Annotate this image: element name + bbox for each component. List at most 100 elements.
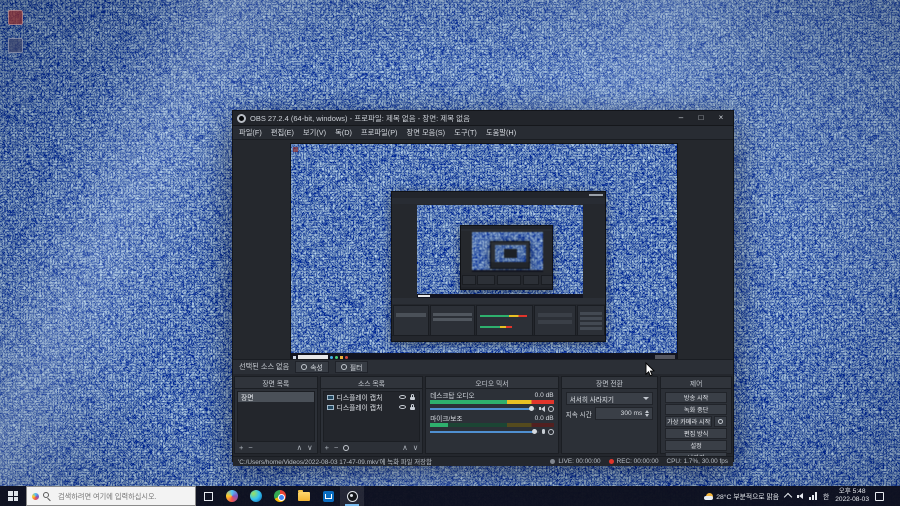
- system-tray: 28°C 부분적으로 맑음 한 오후 5:48 2022-08-03: [702, 486, 900, 506]
- menu-view[interactable]: 보기(V): [303, 128, 326, 138]
- transitions-dock-title: 장면 전환: [561, 377, 658, 389]
- virtual-camera-button[interactable]: 가상 카메라 시작: [665, 416, 712, 427]
- obs-taskbar-button[interactable]: [340, 486, 364, 506]
- weather-icon: [704, 492, 714, 500]
- menu-file[interactable]: 파일(F): [239, 128, 262, 138]
- visibility-eye-icon[interactable]: [399, 395, 407, 399]
- preview-recursion-level-2: [417, 205, 583, 298]
- transition-dropdown[interactable]: 서서히 사라지기: [565, 392, 654, 405]
- desktop-icon[interactable]: [8, 38, 23, 53]
- menu-docks[interactable]: 독(D): [335, 128, 352, 138]
- desktop-icon[interactable]: [8, 10, 23, 25]
- volume-slider[interactable]: [430, 405, 554, 412]
- scenes-dock: 장면 목록 장면 + − ∧ ∨: [234, 376, 318, 454]
- channel-gear-icon[interactable]: [547, 428, 554, 435]
- chat-button[interactable]: [220, 486, 244, 506]
- obs-icon: [346, 490, 358, 502]
- obs-window: OBS 27.2.4 (64-bit, windows) - 프로파일: 제목 …: [232, 110, 734, 466]
- weather-text: 28°C 부분적으로 맑음: [716, 494, 779, 501]
- obs-preview-canvas[interactable]: [290, 143, 678, 359]
- weather-widget[interactable]: 28°C 부분적으로 맑음: [704, 491, 779, 501]
- sources-dock-title: 소스 목록: [320, 377, 423, 389]
- channel-name: 데스크탑 오디오: [430, 393, 475, 400]
- network-icon[interactable]: [809, 492, 817, 500]
- source-up-button[interactable]: ∧: [402, 443, 408, 452]
- source-list-item[interactable]: 디스플레이 캡처: [324, 402, 420, 412]
- audio-mixer-dock: 오디오 믹서 데스크탑 오디오 0.0 dB 마이크/보조 0.0 dB: [425, 376, 559, 454]
- channel-gear-icon[interactable]: [547, 405, 554, 412]
- maximize-button[interactable]: □: [693, 113, 709, 124]
- spinner-arrows-icon[interactable]: [645, 410, 650, 417]
- start-streaming-button[interactable]: 방송 시작: [665, 392, 727, 403]
- preview-recursion-level-1: [291, 144, 677, 359]
- source-context-toolbar: 선택된 소스 없음 속성 필터: [233, 359, 733, 374]
- volume-slider[interactable]: [430, 428, 554, 435]
- chat-icon: [226, 490, 238, 502]
- taskbar-search-box[interactable]: [26, 486, 196, 506]
- scene-down-button[interactable]: ∨: [307, 443, 313, 452]
- virtual-camera-config-button[interactable]: [714, 416, 727, 427]
- ime-indicator[interactable]: 한: [823, 491, 829, 501]
- no-source-selected-label: 선택된 소스 없음: [239, 362, 290, 371]
- window-title: OBS 27.2.4 (64-bit, windows) - 프로파일: 제목 …: [250, 113, 470, 123]
- edge-button[interactable]: [244, 486, 268, 506]
- search-input[interactable]: [56, 490, 190, 502]
- source-properties-gear-icon[interactable]: [343, 444, 350, 451]
- settings-button[interactable]: 설정: [665, 440, 727, 451]
- duration-spinbox[interactable]: 300 ms: [594, 407, 654, 420]
- folder-icon: [298, 489, 310, 501]
- scene-up-button[interactable]: ∧: [297, 443, 303, 452]
- windows-logo-icon: [8, 491, 18, 501]
- lock-icon[interactable]: [409, 404, 416, 410]
- source-list-item[interactable]: 디스플레이 캡처: [324, 392, 420, 402]
- display-capture-icon: [326, 404, 334, 410]
- hidden-icons-chevron[interactable]: [783, 492, 793, 502]
- mouse-cursor: [645, 362, 656, 377]
- controls-dock: 제어 방송 시작 녹화 중단 가상 카메라 시작 편집 방식 설정 나가기: [660, 376, 732, 463]
- gear-icon: [718, 419, 723, 424]
- menu-scene-collection[interactable]: 장면 모음(S): [407, 128, 446, 138]
- stop-recording-button[interactable]: 녹화 중단: [665, 404, 727, 415]
- windows-taskbar: 28°C 부분적으로 맑음 한 오후 5:48 2022-08-03: [0, 486, 900, 506]
- scene-list-item[interactable]: 장면: [238, 392, 314, 402]
- lock-icon[interactable]: [409, 394, 416, 400]
- mixer-channel-mic-aux: 마이크/보조 0.0 dB: [430, 414, 554, 435]
- properties-button[interactable]: 속성: [295, 361, 329, 373]
- minimize-button[interactable]: –: [673, 113, 689, 124]
- remove-source-button[interactable]: −: [334, 443, 338, 452]
- source-down-button[interactable]: ∨: [413, 443, 419, 452]
- close-button[interactable]: ×: [713, 113, 729, 124]
- add-source-button[interactable]: +: [325, 443, 329, 452]
- chrome-icon: [274, 490, 286, 502]
- microphone-icon[interactable]: [541, 429, 545, 434]
- mixer-channel-desktop-audio: 데스크탑 오디오 0.0 dB: [430, 391, 554, 412]
- add-scene-button[interactable]: +: [239, 443, 243, 452]
- file-explorer-button[interactable]: [292, 486, 316, 506]
- filters-button[interactable]: 필터: [334, 361, 369, 373]
- controls-dock-title: 제어: [661, 377, 731, 389]
- scenes-toolbar: + − ∧ ∨: [235, 442, 317, 453]
- obs-docks: 장면 목록 장면 + − ∧ ∨ 소스 목록 디스플레이 캡처 디스플레이 캡처…: [233, 374, 733, 463]
- obs-menubar: 파일(F) 편집(E) 보기(V) 독(D) 프로파일(P) 장면 모음(S) …: [233, 126, 733, 140]
- action-center-icon[interactable]: [875, 491, 884, 501]
- search-icon: [43, 491, 52, 501]
- store-button[interactable]: [316, 486, 340, 506]
- menu-help[interactable]: 도움말(H): [486, 128, 516, 138]
- obs-titlebar[interactable]: OBS 27.2.4 (64-bit, windows) - 프로파일: 제목 …: [233, 111, 733, 126]
- slider-handle[interactable]: [531, 428, 537, 434]
- task-view-button[interactable]: [196, 486, 220, 506]
- recording-saved-message: 'C:/Users/home/Videos/2022-08-03 17-47-0…: [238, 459, 432, 466]
- menu-tools[interactable]: 도구(T): [454, 128, 477, 138]
- speaker-icon[interactable]: [538, 405, 545, 412]
- menu-profile[interactable]: 프로파일(P): [361, 128, 398, 138]
- remove-scene-button[interactable]: −: [248, 443, 252, 452]
- visibility-eye-icon[interactable]: [399, 405, 407, 409]
- chrome-button[interactable]: [268, 486, 292, 506]
- menu-edit[interactable]: 편집(E): [271, 128, 294, 138]
- volume-tray-icon[interactable]: [797, 493, 803, 499]
- studio-mode-button[interactable]: 편집 방식: [665, 428, 727, 439]
- taskbar-clock[interactable]: 오후 5:48 2022-08-03: [835, 488, 869, 504]
- slider-handle[interactable]: [528, 405, 534, 411]
- start-button[interactable]: [0, 486, 26, 506]
- volume-meter: [430, 400, 554, 404]
